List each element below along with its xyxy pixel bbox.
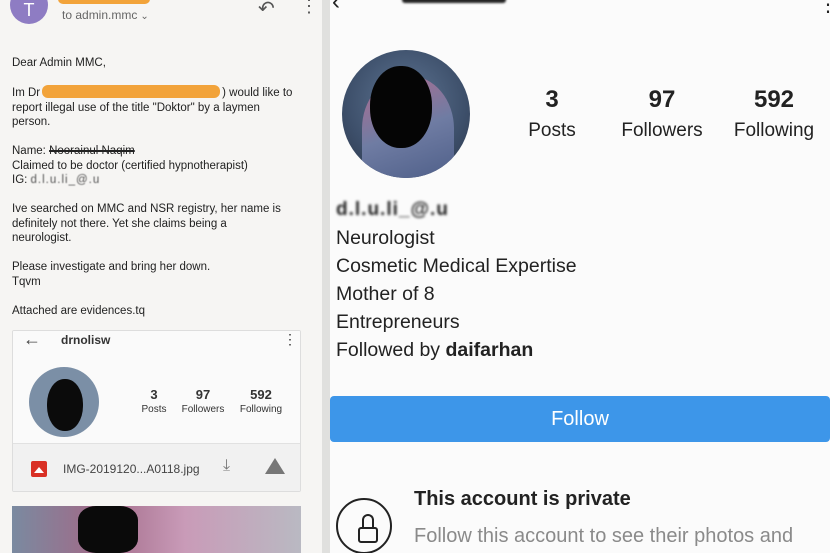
more-vert-icon[interactable]: ⋮ [300, 0, 318, 17]
preview-followers-stat: 97 Followers [181, 387, 225, 415]
greeting: Dear Admin MMC, [12, 57, 106, 69]
back-arrow-icon[interactable]: ‹ [332, 0, 340, 16]
recipient-line[interactable]: to admin.mmc ⌄ [62, 8, 149, 22]
email-panel: T to admin.mmc ⌄ ↶ ⋮ Dear Admin MMC, Im D… [0, 0, 322, 553]
posts-stat[interactable]: 3 Posts [516, 86, 588, 142]
email-body: Dear Admin MMC, Im Dr) would like to rep… [12, 56, 312, 333]
preview-avatar [29, 367, 99, 437]
followers-stat[interactable]: 97 Followers [612, 86, 712, 142]
download-icon[interactable]: ⤓ [223, 457, 230, 475]
blurred-username: d.l.u.li_@.u [336, 199, 449, 220]
chevron-down-icon[interactable]: ⌄ [140, 11, 148, 22]
registry-paragraph: Ive searched on MMC and NSR registry, he… [12, 203, 281, 244]
followed-by-line[interactable]: Followed by daifarhan [336, 336, 577, 364]
recipient-text: to admin.mmc [62, 8, 138, 22]
report-paragraph: Im Dr) would like to report illegal use … [12, 85, 293, 128]
panel-divider [322, 0, 330, 553]
more-vert-icon: ⋮ [283, 331, 297, 347]
face-redaction [370, 66, 432, 148]
attachment-card[interactable]: ← drnolisw ⋮ 3 Posts 97 Followers 592 Follo… [12, 330, 301, 492]
profile-avatar[interactable] [342, 50, 470, 178]
blurred-ig-handle: d.l.u.li_@.u [30, 174, 101, 186]
redacted-sender-name [58, 0, 150, 4]
drive-icon[interactable] [265, 458, 285, 474]
bio-line: Cosmetic Medical Expertise [336, 255, 577, 277]
instagram-profile-panel: ‹ ⋮ 3 Posts 97 Followers 592 Following d… [330, 0, 830, 553]
preview-following-stat: 592 Following [239, 387, 283, 415]
details-paragraph: Name: Noorainul Naqim Claimed to be doct… [12, 145, 248, 186]
bio-line: Entrepreneurs [336, 311, 460, 333]
following-stat[interactable]: 592 Following [726, 86, 822, 142]
second-attachment-image[interactable] [12, 506, 301, 553]
follow-button[interactable]: Follow [330, 396, 830, 442]
attachment-filename[interactable]: IMG-2019120...A0118.jpg [63, 462, 200, 476]
more-vert-icon[interactable]: ⋮ [818, 0, 830, 17]
reply-icon[interactable]: ↶ [258, 0, 275, 21]
back-arrow-icon: ← [23, 330, 41, 349]
bio-line: Neurologist [336, 227, 435, 249]
profile-bio: d.l.u.li_@.u Neurologist Cosmetic Medica… [336, 196, 577, 364]
request-paragraph: Please investigate and bring her down. T… [12, 261, 211, 288]
followed-by-name[interactable]: daifarhan [445, 339, 533, 361]
attachment-footer: IMG-2019120...A0118.jpg ⤓ [13, 443, 300, 491]
bio-line: Mother of 8 [336, 283, 435, 305]
private-account-subtitle: Follow this account to see their photos … [414, 525, 794, 547]
preview-username: drnolisw [61, 333, 111, 347]
struck-name: Noorainul Naqim [49, 145, 135, 157]
preview-posts-stat: 3 Posts [141, 387, 167, 415]
image-file-icon [31, 461, 47, 477]
private-account-title: This account is private [414, 488, 631, 510]
redacted-header-handle [402, 0, 506, 3]
lock-icon [336, 498, 392, 553]
closing-line: Attached are evidences.tq [12, 304, 145, 317]
redacted-doctor-name [42, 85, 221, 98]
attachment-preview[interactable]: ← drnolisw ⋮ 3 Posts 97 Followers 592 Follo… [13, 331, 300, 443]
sender-avatar[interactable]: T [10, 0, 48, 24]
